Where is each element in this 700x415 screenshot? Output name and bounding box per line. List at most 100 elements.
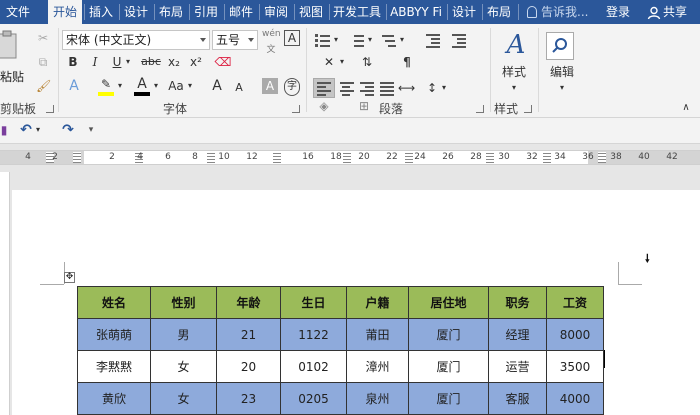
tab-design[interactable]: 设计 bbox=[119, 0, 153, 24]
styles-button[interactable]: 样式 bbox=[498, 64, 530, 80]
change-case-button[interactable]: Aa bbox=[166, 78, 186, 94]
table-cell[interactable]: 1122 bbox=[280, 318, 347, 351]
table-header-cell[interactable]: 姓名 bbox=[77, 286, 151, 319]
strikethrough-button[interactable]: abc bbox=[140, 54, 162, 70]
decrease-indent-icon[interactable] bbox=[424, 32, 442, 48]
styles-icon[interactable]: A bbox=[502, 32, 530, 58]
table-move-handle-icon[interactable]: ✥ bbox=[64, 272, 75, 283]
justify-icon[interactable] bbox=[378, 80, 396, 96]
table-cell[interactable]: 张萌萌 bbox=[77, 318, 151, 351]
tab-abbyy[interactable]: ABBYY Fi bbox=[386, 0, 446, 24]
table-cell[interactable]: 3500 bbox=[546, 350, 604, 383]
styles-launcher-icon[interactable] bbox=[524, 105, 532, 113]
table-cell[interactable]: 0102 bbox=[280, 350, 347, 383]
phonetic-guide-icon[interactable]: wén 文 bbox=[262, 26, 281, 58]
subscript-button[interactable]: x₂ bbox=[166, 54, 182, 70]
table-cell[interactable]: 厦门 bbox=[408, 350, 489, 383]
font-color-dropdown-icon[interactable]: ▾ bbox=[152, 78, 160, 94]
table-cell[interactable]: 8000 bbox=[546, 318, 604, 351]
tell-me-box[interactable]: 告诉我... bbox=[527, 0, 588, 24]
table-cell[interactable]: 20 bbox=[216, 350, 281, 383]
enclose-char-icon[interactable]: 字 bbox=[284, 78, 300, 96]
column-marker[interactable] bbox=[598, 152, 606, 163]
table-cell[interactable]: 运营 bbox=[488, 350, 547, 383]
undo-icon[interactable]: ↶ bbox=[18, 122, 34, 138]
format-painter-icon[interactable]: 🖌 bbox=[36, 78, 51, 94]
tab-insert[interactable]: 插入 bbox=[84, 0, 118, 24]
chinese-layout-dropdown-icon[interactable]: ▾ bbox=[338, 54, 346, 70]
tab-table-layout[interactable]: 布局 bbox=[482, 0, 516, 24]
table-cell[interactable]: 女 bbox=[150, 350, 217, 383]
table-cell[interactable]: 泉州 bbox=[346, 382, 409, 415]
table-cell[interactable]: 客服 bbox=[488, 382, 547, 415]
tab-table-design[interactable]: 设计 bbox=[447, 0, 481, 24]
increase-indent-icon[interactable] bbox=[450, 32, 468, 48]
table-cell[interactable]: 厦门 bbox=[408, 318, 489, 351]
save-icon[interactable]: ▮ bbox=[0, 122, 8, 138]
column-marker[interactable] bbox=[486, 152, 494, 163]
line-spacing-icon[interactable]: ↕ bbox=[424, 80, 440, 96]
collapse-ribbon-icon[interactable]: ∧ bbox=[680, 100, 692, 116]
tab-home[interactable]: 开始 bbox=[48, 0, 82, 24]
highlight-icon[interactable]: ✎ bbox=[98, 76, 114, 96]
table-header-cell[interactable]: 工资 bbox=[546, 286, 604, 319]
table-cell[interactable]: 李黙黙 bbox=[77, 350, 151, 383]
share-button[interactable]: 共享 bbox=[647, 0, 687, 24]
font-launcher-icon[interactable] bbox=[292, 105, 300, 113]
column-marker[interactable] bbox=[273, 152, 281, 163]
tab-review[interactable]: 审阅 bbox=[259, 0, 293, 24]
clipboard-launcher-icon[interactable] bbox=[46, 105, 54, 113]
highlight-dropdown-icon[interactable]: ▾ bbox=[116, 78, 124, 94]
table-header-cell[interactable]: 生日 bbox=[280, 286, 347, 319]
bullets-dropdown-icon[interactable]: ▾ bbox=[332, 32, 340, 48]
table-header-cell[interactable]: 居住地 bbox=[408, 286, 489, 319]
multilevel-dropdown-icon[interactable]: ▾ bbox=[398, 32, 406, 48]
table-cell[interactable]: 23 bbox=[216, 382, 281, 415]
table-header-cell[interactable]: 职务 bbox=[488, 286, 547, 319]
table-cell[interactable]: 4000 bbox=[546, 382, 604, 415]
table-cell[interactable]: 莆田 bbox=[346, 318, 409, 351]
redo-icon[interactable]: ↷ bbox=[60, 122, 76, 138]
distribute-icon[interactable]: ⟷ bbox=[398, 80, 415, 96]
text-effects-icon[interactable]: A bbox=[66, 78, 82, 94]
underline-button[interactable]: U bbox=[110, 54, 124, 70]
superscript-button[interactable]: x² bbox=[188, 54, 204, 70]
change-case-dropdown-icon[interactable]: ▾ bbox=[186, 78, 194, 94]
char-shading-button[interactable]: A bbox=[262, 78, 278, 94]
tab-mailings[interactable]: 邮件 bbox=[224, 0, 258, 24]
tab-file[interactable]: 文件 bbox=[0, 0, 36, 24]
numbering-dropdown-icon[interactable]: ▾ bbox=[366, 32, 374, 48]
tab-developer[interactable]: 开发工具 bbox=[329, 0, 385, 24]
bullets-icon[interactable] bbox=[314, 32, 332, 48]
table-cell[interactable]: 0205 bbox=[280, 382, 347, 415]
numbering-icon[interactable] bbox=[348, 32, 366, 48]
char-border-icon[interactable]: A bbox=[284, 30, 300, 46]
cut-icon[interactable]: ✂ bbox=[36, 30, 50, 46]
font-size-combo[interactable]: 五号 bbox=[212, 30, 258, 50]
table-cell[interactable]: 厦门 bbox=[408, 382, 489, 415]
shrink-font-button[interactable]: A bbox=[232, 80, 246, 96]
chinese-layout-icon[interactable]: ✕ bbox=[320, 54, 338, 70]
underline-dropdown-icon[interactable]: ▾ bbox=[124, 54, 132, 70]
font-name-combo[interactable]: 宋体 (中文正文) bbox=[62, 30, 210, 50]
table-cell[interactable]: 21 bbox=[216, 318, 281, 351]
column-marker[interactable] bbox=[73, 152, 81, 163]
font-color-button[interactable]: A bbox=[134, 76, 150, 96]
table-cell[interactable]: 经理 bbox=[488, 318, 547, 351]
find-button[interactable] bbox=[546, 32, 574, 60]
bold-button[interactable]: B bbox=[66, 54, 80, 70]
table-cell[interactable]: 漳州 bbox=[346, 350, 409, 383]
paragraph-launcher-icon[interactable] bbox=[476, 105, 484, 113]
shading-icon[interactable]: ◈ bbox=[316, 98, 332, 114]
editing-dropdown-icon[interactable]: ▾ bbox=[556, 80, 568, 96]
table-cell[interactable]: 女 bbox=[150, 382, 217, 415]
tab-layout[interactable]: 布局 bbox=[154, 0, 188, 24]
grow-font-button[interactable]: A bbox=[210, 78, 224, 94]
table-header-cell[interactable]: 年龄 bbox=[216, 286, 281, 319]
table-cell[interactable]: 男 bbox=[150, 318, 217, 351]
tab-view[interactable]: 视图 bbox=[294, 0, 328, 24]
align-right-icon[interactable] bbox=[358, 80, 376, 96]
editing-button[interactable]: 编辑 bbox=[546, 64, 578, 80]
table-header-cell[interactable]: 户籍 bbox=[346, 286, 409, 319]
copy-icon[interactable]: ⧉ bbox=[36, 54, 50, 70]
